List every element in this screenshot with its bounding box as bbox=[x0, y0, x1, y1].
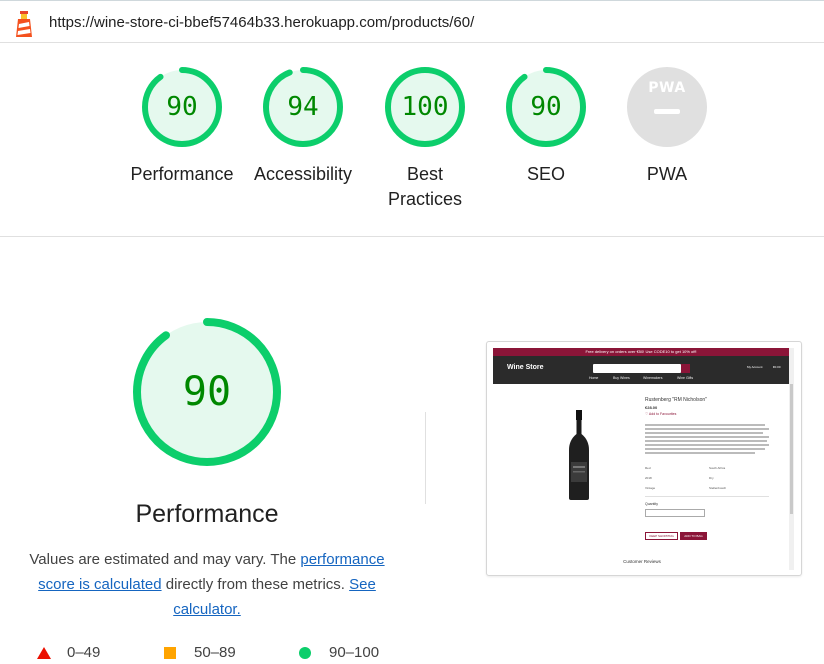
legend-pass: 90–100 bbox=[299, 644, 379, 661]
gauge-best-practices[interactable]: 100 Best Practices bbox=[365, 66, 485, 212]
pwa-badge-text: PWA bbox=[648, 80, 686, 96]
thumb-text-line bbox=[645, 436, 769, 438]
gauge-seo[interactable]: 90 SEO bbox=[486, 66, 606, 187]
thumb-text-line bbox=[645, 452, 755, 454]
thumb-banner: Free delivery on orders over €50! Use CO… bbox=[493, 348, 789, 356]
gauge-label: SEO bbox=[526, 164, 565, 184]
thumb-text-line bbox=[645, 448, 765, 450]
pwa-badge-icon bbox=[627, 67, 707, 147]
fail-triangle-icon bbox=[37, 646, 51, 659]
gauge-label: Performance bbox=[130, 164, 234, 184]
thumb-brand: Wine Store bbox=[507, 364, 544, 371]
gauge-score: 90 bbox=[166, 92, 198, 122]
gauge-label: Best Practices bbox=[387, 164, 463, 209]
thumb-text-line bbox=[645, 428, 769, 430]
thumb-keep-shopping-button: KEEP SHOPPING bbox=[645, 532, 678, 540]
thumb-attribute: Dry bbox=[709, 476, 714, 480]
score-legend: 0–49 50–89 90–100 bbox=[0, 644, 824, 664]
page-url[interactable]: https://wine-store-ci-bbef57464b33.herok… bbox=[49, 14, 474, 31]
thumb-account: My Account bbox=[747, 365, 763, 369]
thumb-product-title: Rustenberg "RM Nicholson" bbox=[645, 397, 707, 403]
thumb-menu-item: Buy Wines bbox=[613, 376, 630, 380]
thumb-price: €28.00 bbox=[645, 405, 658, 410]
thumb-attribute: Red bbox=[645, 466, 651, 470]
category-gauges: 90 Performance 94 Accessibility 100 Best… bbox=[0, 66, 824, 216]
gauge-accessibility[interactable]: 94 Accessibility bbox=[243, 66, 363, 187]
thumb-text-line bbox=[645, 440, 767, 442]
thumb-attribute: Vintage bbox=[645, 486, 656, 490]
thumb-attribute: Stellenbosch bbox=[709, 486, 727, 490]
desc-text: Values are estimated and may vary. The bbox=[29, 551, 301, 568]
thumb-menu-item: Home bbox=[589, 376, 599, 380]
pass-circle-icon bbox=[299, 646, 311, 659]
thumb-divider bbox=[645, 496, 769, 497]
thumb-search-icon bbox=[681, 364, 690, 373]
gauge-pwa[interactable]: PWA PWA bbox=[607, 66, 727, 187]
performance-score: 90 bbox=[182, 369, 232, 415]
legend-fail: 0–49 bbox=[37, 644, 100, 661]
thumb-text-line bbox=[645, 444, 769, 446]
performance-gauge-large: 90 bbox=[132, 317, 282, 467]
thumb-scrollbar-handle bbox=[790, 384, 793, 514]
thumb-add-to-bag-button: ADD TO BAG bbox=[680, 532, 707, 540]
desc-text: directly from these metrics. bbox=[161, 576, 350, 593]
thumb-quantity-input bbox=[645, 509, 705, 517]
legend-average: 50–89 bbox=[164, 644, 236, 661]
gauge-label: Accessibility bbox=[253, 164, 353, 184]
thumb-menu-item: Wine Gifts bbox=[677, 376, 694, 380]
average-square-icon bbox=[164, 646, 176, 659]
thumb-text-line bbox=[645, 424, 765, 426]
vertical-divider bbox=[425, 412, 426, 504]
legend-average-range: 50–89 bbox=[194, 644, 236, 661]
thumb-attribute: South Africa bbox=[709, 466, 726, 470]
thumb-search-input bbox=[593, 364, 681, 373]
thumb-menu: Home Buy Wines Winemakers Wine Gifts bbox=[493, 373, 789, 384]
legend-fail-range: 0–49 bbox=[67, 644, 101, 661]
thumb-attribute: 2018 bbox=[645, 476, 652, 480]
final-screenshot[interactable]: Free delivery on orders over €50! Use CO… bbox=[486, 341, 802, 576]
gauge-score: 94 bbox=[287, 92, 319, 122]
thumb-text-line bbox=[645, 432, 763, 434]
report-header: https://wine-store-ci-bbef57464b33.herok… bbox=[0, 0, 824, 43]
gauge-performance[interactable]: 90 Performance bbox=[122, 66, 242, 187]
section-divider bbox=[0, 236, 824, 237]
thumb-menu-item: Winemakers bbox=[643, 376, 663, 380]
wine-bottle-image bbox=[569, 410, 589, 500]
gauge-score: 100 bbox=[401, 92, 449, 122]
lighthouse-icon bbox=[16, 11, 32, 37]
performance-title: Performance bbox=[135, 500, 279, 528]
performance-description: Values are estimated and may vary. The p… bbox=[22, 547, 392, 622]
thumb-favourite: ♡ Add to Favourites bbox=[645, 412, 677, 416]
gauge-score: 90 bbox=[530, 92, 562, 122]
thumb-bag: €0.00 bbox=[773, 365, 781, 369]
thumb-quantity-label: Quantity bbox=[645, 502, 659, 506]
gauge-label: PWA bbox=[646, 164, 688, 184]
thumb-reviews-heading: Customer Reviews bbox=[623, 559, 661, 564]
legend-pass-range: 90–100 bbox=[329, 644, 380, 661]
